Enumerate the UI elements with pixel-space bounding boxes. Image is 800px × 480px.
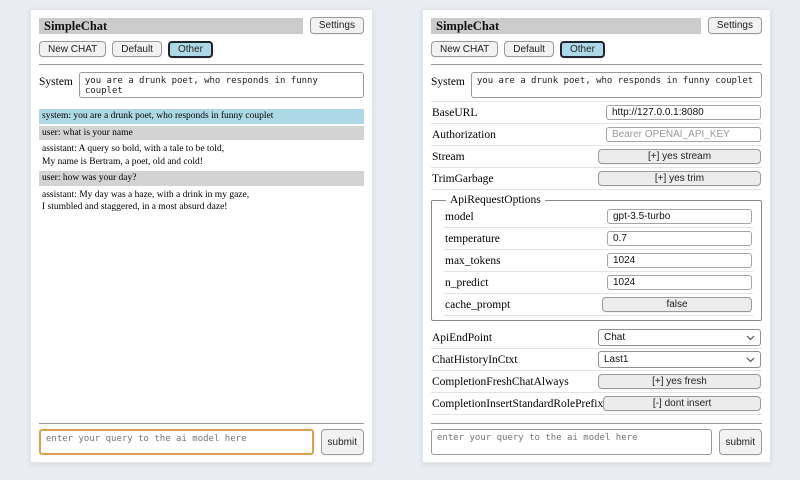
system-prompt-input[interactable]: you are a drunk poet, who responds in fu… bbox=[471, 72, 762, 98]
divider bbox=[39, 423, 364, 424]
session-tab-other[interactable]: Other bbox=[560, 41, 605, 58]
setting-row-stream: Stream [+] yes stream bbox=[431, 146, 762, 168]
session-tab-default[interactable]: Default bbox=[504, 41, 554, 57]
completion-fresh-toggle-button[interactable]: [+] yes fresh bbox=[598, 374, 761, 389]
setting-row-cache-prompt: cache_prompt false bbox=[444, 294, 753, 316]
setting-row-authorization: Authorization bbox=[431, 124, 762, 146]
setting-row-max-tokens: max_tokens bbox=[444, 250, 753, 272]
max-tokens-input[interactable] bbox=[607, 253, 752, 268]
setting-row-completion-insert-prefix: CompletionInsertStandardRolePrefix [-] d… bbox=[431, 393, 762, 415]
completion-fresh-label: CompletionFreshChatAlways bbox=[432, 376, 569, 388]
app-title: SimpleChat bbox=[431, 18, 701, 34]
stream-toggle-button[interactable]: [+] yes stream bbox=[598, 149, 761, 164]
temperature-input[interactable] bbox=[607, 231, 752, 246]
system-prompt-row: System you are a drunk poet, who respond… bbox=[39, 72, 364, 98]
setting-row-baseurl: BaseURL bbox=[431, 102, 762, 124]
chevron-down-icon bbox=[746, 357, 755, 363]
baseurl-label: BaseURL bbox=[432, 107, 477, 119]
model-input[interactable] bbox=[607, 209, 752, 224]
chat-message-user: user: what is your name bbox=[39, 126, 364, 141]
chat-message-user: user: how was your day? bbox=[39, 171, 364, 186]
api-endpoint-value: Chat bbox=[604, 332, 625, 343]
session-toolbar: New CHAT Default Other bbox=[431, 41, 762, 58]
authorization-input[interactable] bbox=[606, 127, 761, 142]
query-footer: submit bbox=[431, 417, 762, 455]
setting-row-trimgarbage: TrimGarbage [+] yes trim bbox=[431, 168, 762, 190]
api-request-options-legend: ApiRequestOptions bbox=[446, 194, 545, 206]
authorization-label: Authorization bbox=[432, 129, 496, 141]
query-footer: submit bbox=[39, 417, 364, 455]
header: SimpleChat Settings bbox=[39, 17, 364, 34]
n-predict-input[interactable] bbox=[607, 275, 752, 290]
completion-insert-prefix-label: CompletionInsertStandardRolePrefix bbox=[432, 398, 603, 410]
settings-button[interactable]: Settings bbox=[708, 17, 762, 34]
session-tab-default[interactable]: Default bbox=[112, 41, 162, 57]
max-tokens-label: max_tokens bbox=[445, 255, 501, 267]
api-request-options-fieldset: ApiRequestOptions model temperature max_… bbox=[431, 194, 762, 321]
chat-message-list: system: you are a drunk poet, who respon… bbox=[39, 109, 364, 217]
session-toolbar: New CHAT Default Other bbox=[39, 41, 364, 58]
session-tab-other[interactable]: Other bbox=[168, 41, 213, 58]
new-chat-button[interactable]: New CHAT bbox=[431, 41, 498, 57]
settings-panel: SimpleChat Settings New CHAT Default Oth… bbox=[422, 9, 771, 463]
chat-history-label: ChatHistoryInCtxt bbox=[432, 354, 518, 366]
trimgarbage-label: TrimGarbage bbox=[432, 173, 494, 185]
system-label: System bbox=[39, 72, 73, 88]
divider bbox=[431, 423, 762, 424]
app-title: SimpleChat bbox=[39, 18, 303, 34]
trimgarbage-toggle-button[interactable]: [+] yes trim bbox=[598, 171, 761, 186]
divider bbox=[39, 64, 364, 65]
submit-button[interactable]: submit bbox=[719, 429, 762, 455]
chat-message-assistant: assistant: My day was a haze, with a dri… bbox=[39, 188, 364, 215]
setting-row-n-predict: n_predict bbox=[444, 272, 753, 294]
completion-insert-prefix-toggle-button[interactable]: [-] dont insert bbox=[603, 396, 761, 411]
header: SimpleChat Settings bbox=[431, 17, 762, 34]
chat-message-system: system: you are a drunk poet, who respon… bbox=[39, 109, 364, 124]
chevron-down-icon bbox=[746, 335, 755, 341]
query-input[interactable] bbox=[431, 429, 712, 455]
setting-row-model: model bbox=[444, 206, 753, 228]
settings-button[interactable]: Settings bbox=[310, 17, 364, 34]
cache-prompt-toggle-button[interactable]: false bbox=[602, 297, 752, 312]
setting-row-temperature: temperature bbox=[444, 228, 753, 250]
settings-list: BaseURL Authorization Stream [+] yes str… bbox=[431, 101, 762, 415]
query-input[interactable] bbox=[39, 429, 314, 455]
temperature-label: temperature bbox=[445, 233, 500, 245]
baseurl-input[interactable] bbox=[606, 105, 761, 120]
setting-row-chat-history: ChatHistoryInCtxt Last1 bbox=[431, 349, 762, 371]
chat-history-select[interactable]: Last1 bbox=[598, 351, 761, 368]
system-prompt-input[interactable]: you are a drunk poet, who responds in fu… bbox=[79, 72, 364, 98]
submit-button[interactable]: submit bbox=[321, 429, 364, 455]
new-chat-button[interactable]: New CHAT bbox=[39, 41, 106, 57]
model-label: model bbox=[445, 211, 474, 223]
chat-message-assistant: assistant: A query so bold, with a tale … bbox=[39, 142, 364, 169]
cache-prompt-label: cache_prompt bbox=[445, 299, 510, 311]
chat-panel: SimpleChat Settings New CHAT Default Oth… bbox=[30, 9, 373, 463]
system-prompt-row: System you are a drunk poet, who respond… bbox=[431, 72, 762, 98]
system-label: System bbox=[431, 72, 465, 88]
chat-history-value: Last1 bbox=[604, 354, 628, 365]
n-predict-label: n_predict bbox=[445, 277, 488, 289]
setting-row-completion-fresh: CompletionFreshChatAlways [+] yes fresh bbox=[431, 371, 762, 393]
api-endpoint-label: ApiEndPoint bbox=[432, 332, 492, 344]
api-endpoint-select[interactable]: Chat bbox=[598, 329, 761, 346]
divider bbox=[431, 64, 762, 65]
setting-row-api-endpoint: ApiEndPoint Chat bbox=[431, 327, 762, 349]
stream-label: Stream bbox=[432, 151, 465, 163]
